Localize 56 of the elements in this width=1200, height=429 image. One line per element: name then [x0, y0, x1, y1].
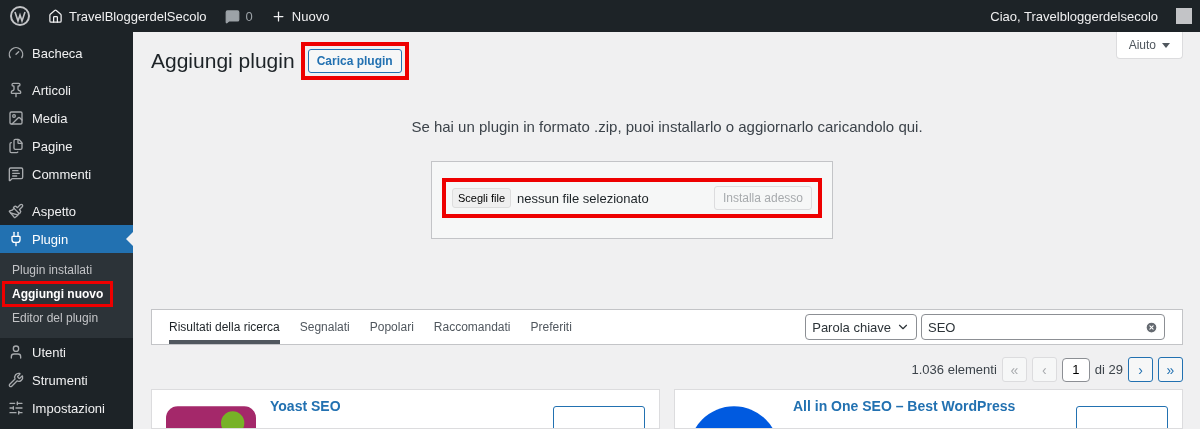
- page-title: Aggiungi plugin: [151, 49, 295, 73]
- comment-icon: [8, 166, 24, 182]
- menu-item[interactable]: Strumenti: [0, 366, 133, 394]
- install-button: Installa adesso: [713, 186, 812, 210]
- logo-icon[interactable]: [10, 6, 30, 26]
- search-type-select[interactable]: Parola chiave: [805, 314, 917, 340]
- menu-item[interactable]: Articoli: [0, 76, 133, 104]
- search-field[interactable]: SEO: [921, 314, 1165, 340]
- clear-icon[interactable]: [1145, 320, 1158, 334]
- choose-file-button[interactable]: Scegli file: [452, 188, 512, 208]
- menu-item[interactable]: Plugin: [0, 225, 133, 253]
- comments-link[interactable]: 0: [224, 8, 253, 24]
- menu-item[interactable]: Aspetto: [0, 197, 133, 225]
- page-nav-button[interactable]: ›: [1128, 357, 1153, 382]
- menu-item[interactable]: Impostazioni: [0, 394, 133, 422]
- caret-icon: [1162, 42, 1170, 48]
- image-icon: [8, 110, 24, 126]
- menu-item[interactable]: Pagine: [0, 132, 133, 160]
- menu-item[interactable]: Bacheca: [0, 39, 133, 67]
- file-status: nessun file selezionato: [517, 190, 649, 206]
- submenu-item[interactable]: Aggiungi nuovo: [2, 281, 114, 307]
- submenu-item[interactable]: Editor del plugin: [2, 305, 109, 331]
- item-count: 1.036 elementi: [911, 362, 997, 377]
- filter-tab[interactable]: Risultati della ricerca: [169, 310, 280, 344]
- user-icon: [8, 344, 24, 360]
- filter-tab[interactable]: Popolari: [369, 310, 414, 344]
- upload-plugin-button[interactable]: Carica plugin: [307, 49, 402, 73]
- filter-tab[interactable]: Preferiti: [530, 310, 572, 344]
- gauge-icon: [8, 45, 24, 61]
- menu-item[interactable]: Media: [0, 104, 133, 132]
- submenu-item[interactable]: Plugin installati: [2, 257, 103, 283]
- page-total: di 29: [1094, 362, 1123, 377]
- pin-icon: [8, 82, 24, 98]
- help-button[interactable]: Aiuto: [1115, 32, 1183, 59]
- plus-icon: [270, 8, 286, 24]
- page-nav-button[interactable]: »: [1158, 357, 1183, 382]
- filter-tab[interactable]: Segnalati: [299, 310, 350, 344]
- plugin-name-link[interactable]: All in One SEO – Best WordPress: [793, 398, 1062, 414]
- plug-icon: [8, 231, 24, 247]
- plugin-action-button[interactable]: [553, 406, 645, 428]
- wrench-icon: [8, 372, 24, 388]
- menu-item[interactable]: Utenti: [0, 338, 133, 366]
- pages-icon: [8, 138, 24, 154]
- page-number-field[interactable]: 1: [1061, 357, 1090, 382]
- new-link[interactable]: Nuovo: [270, 8, 330, 24]
- greeting-link[interactable]: Ciao, Travelbloggerdelsecolo: [990, 8, 1158, 24]
- plugin-name-link[interactable]: Yoast SEO: [270, 398, 539, 414]
- comment-icon: [224, 8, 240, 24]
- filter-tab[interactable]: Raccomandati: [433, 310, 511, 344]
- site-name-link[interactable]: TravelBloggerdelSecolo: [48, 8, 207, 24]
- home-icon: [48, 8, 63, 24]
- sliders-icon: [8, 400, 24, 416]
- menu-item[interactable]: Commenti: [0, 160, 133, 188]
- brush-icon: [8, 203, 24, 219]
- plugin-action-button[interactable]: [1076, 406, 1168, 428]
- upload-intro: Se hai un plugin in formato .zip, puoi installarlo o aggiornarlo caricandolo qui.: [410, 118, 924, 135]
